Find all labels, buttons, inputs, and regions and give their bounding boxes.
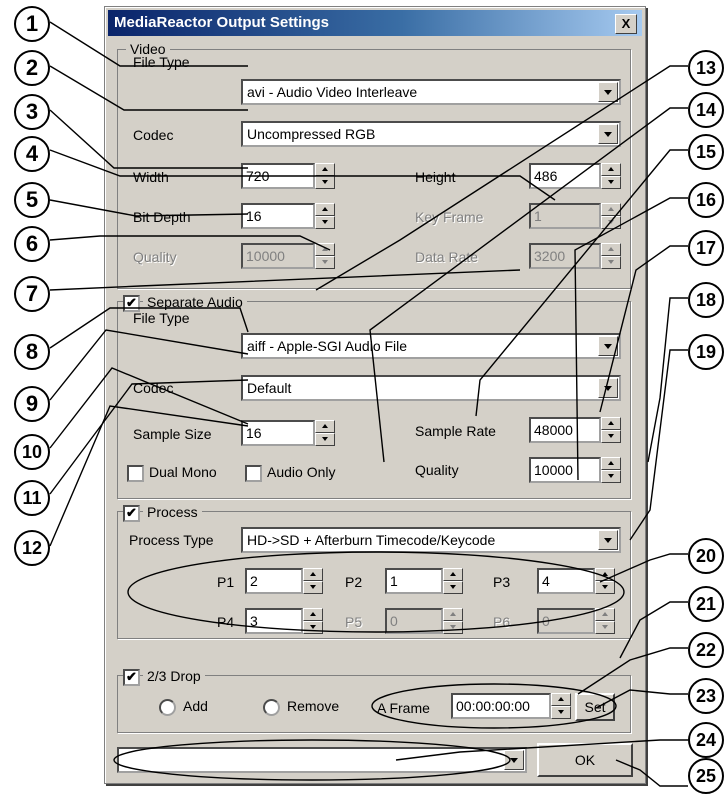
callout-22: 22 [688, 632, 724, 668]
callout-14: 14 [688, 92, 724, 128]
callout-16: 16 [688, 182, 724, 218]
callout-12: 12 [14, 530, 50, 566]
callout-18: 18 [688, 282, 724, 318]
callout-3: 3 [14, 94, 50, 130]
callout-17: 17 [688, 230, 724, 266]
callout-25: 25 [688, 758, 724, 794]
callout-10: 10 [14, 434, 50, 470]
callout-24: 24 [688, 722, 724, 758]
callout-lines [49, 21, 688, 787]
callout-15: 15 [688, 134, 724, 170]
callout-13: 13 [688, 50, 724, 86]
callout-2: 2 [14, 50, 50, 86]
callout-7: 7 [14, 276, 50, 312]
callout-4: 4 [14, 136, 50, 172]
callout-1: 1 [14, 6, 50, 42]
callout-8: 8 [14, 334, 50, 370]
callout-6: 6 [14, 226, 50, 262]
callout-5: 5 [14, 182, 50, 218]
callout-21: 21 [688, 586, 724, 622]
callout-23: 23 [688, 678, 724, 714]
callout-9: 9 [14, 386, 50, 422]
callout-20: 20 [688, 538, 724, 574]
callout-19: 19 [688, 334, 724, 370]
callout-11: 11 [14, 480, 50, 516]
